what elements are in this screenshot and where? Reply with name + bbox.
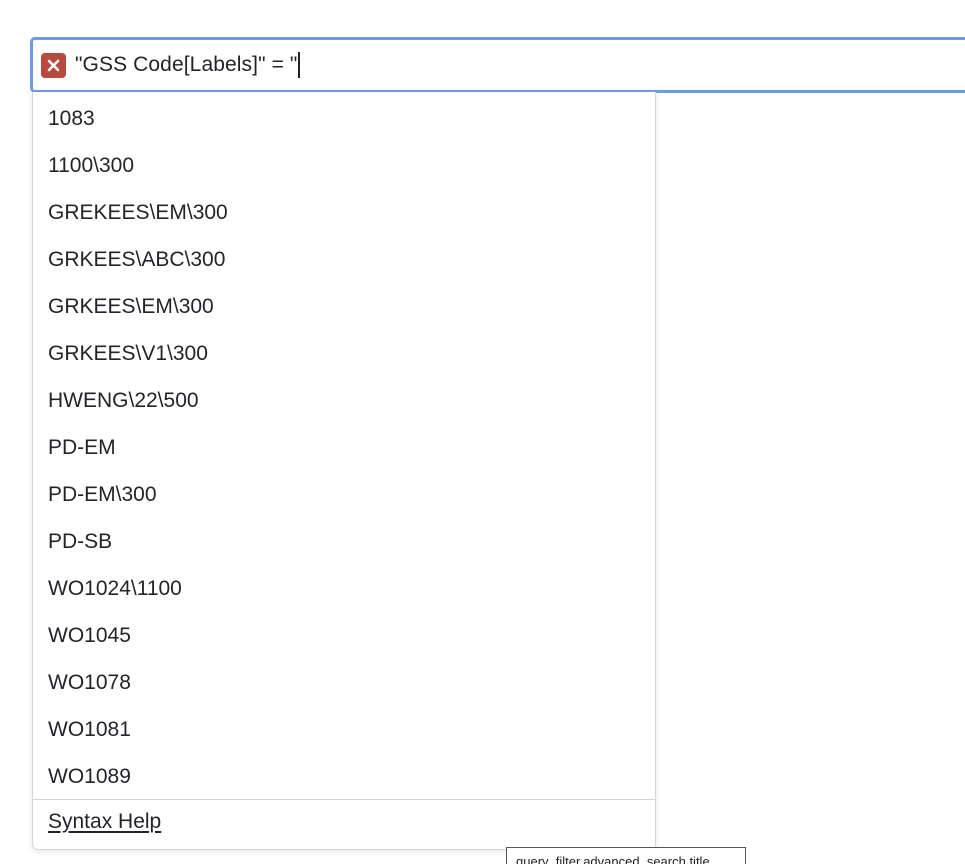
query-text: "GSS Code[Labels]" = " <box>75 53 298 76</box>
text-caret <box>298 52 300 78</box>
close-icon <box>47 59 60 71</box>
suggestion-item[interactable]: WO1081 <box>33 706 655 753</box>
suggestion-item[interactable]: WO1045 <box>33 612 655 659</box>
suggestion-dropdown: 1083 1100\300 GREKEES\EM\300 GRKEES\ABC\300… <box>32 92 656 850</box>
clear-button[interactable] <box>41 52 66 78</box>
tooltip: query_filter.advanced_search.title <box>506 847 746 864</box>
suggestion-item[interactable]: GREKEES\EM\300 <box>33 189 655 236</box>
suggestion-item[interactable]: HWENG\22\500 <box>33 377 655 424</box>
syntax-help-link[interactable]: Syntax Help <box>48 810 161 834</box>
suggestion-item[interactable]: GRKEES\EM\300 <box>33 283 655 330</box>
dropdown-divider <box>33 799 655 800</box>
suggestion-item[interactable]: WO1024\1100 <box>33 565 655 612</box>
suggestion-item[interactable]: WO1089 <box>33 753 655 800</box>
suggestion-item[interactable]: PD-EM <box>33 424 655 471</box>
suggestion-item[interactable]: WO1078 <box>33 659 655 706</box>
suggestion-item[interactable]: 1083 <box>33 95 655 142</box>
suggestion-list: 1083 1100\300 GREKEES\EM\300 GRKEES\ABC\300… <box>33 92 655 800</box>
suggestion-item[interactable]: PD-SB <box>33 518 655 565</box>
search-input[interactable]: "GSS Code[Labels]" = " <box>30 37 965 93</box>
suggestion-item[interactable]: GRKEES\V1\300 <box>33 330 655 377</box>
suggestion-item[interactable]: PD-EM\300 <box>33 471 655 518</box>
suggestion-item[interactable]: GRKEES\ABC\300 <box>33 236 655 283</box>
suggestion-item[interactable]: 1100\300 <box>33 142 655 189</box>
page: "GSS Code[Labels]" = " 1083 1100\300 GREKE… <box>0 0 965 864</box>
tooltip-text: query_filter.advanced_search.title <box>516 854 710 864</box>
